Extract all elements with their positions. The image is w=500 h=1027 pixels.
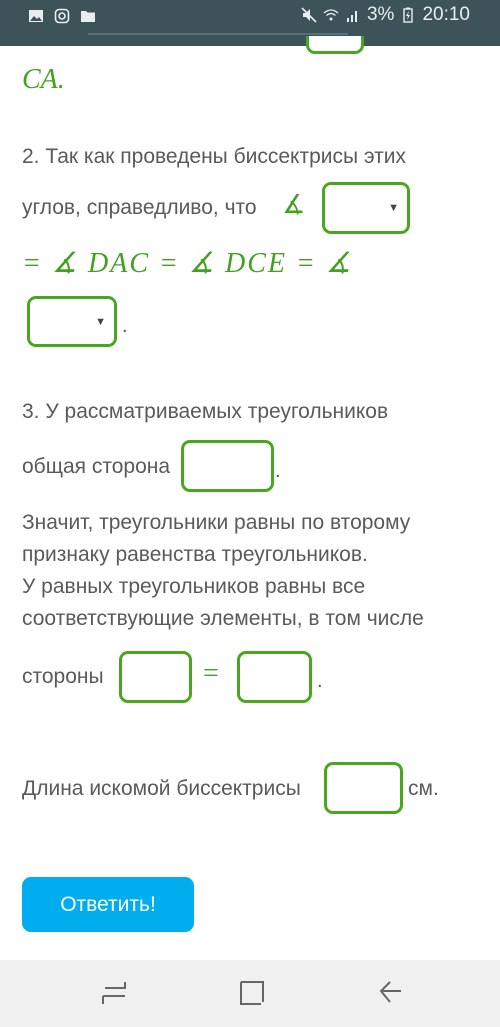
step3-line1: 3. У рассматриваемых треугольников <box>22 400 389 423</box>
equals-sign: = <box>203 658 219 689</box>
side-input-1[interactable] <box>119 651 192 703</box>
sides-label: стороны <box>22 665 104 688</box>
folder-icon <box>81 11 95 22</box>
notification-handle <box>88 33 348 35</box>
step3-line2: общая сторона <box>22 455 171 478</box>
side-input-2[interactable] <box>237 651 312 703</box>
top-math: CA. <box>22 64 65 95</box>
conclusion-line-3: У равных треугольников равны все <box>22 575 366 598</box>
step2-line1: 2. Так как проведены биссектрисы этих <box>22 145 407 168</box>
angle-select-1[interactable]: ▼ <box>322 182 410 234</box>
conclusion-line-4: соответствующие элементы, в том числе <box>22 607 424 630</box>
step2-line2: углов, справедливо, что <box>22 196 257 219</box>
battery-percent: 3% <box>366 4 395 25</box>
wifi-icon <box>323 9 339 21</box>
unit-label: см. <box>408 777 439 800</box>
math-chain: = ∡ DAC = ∡ DCE = ∡ <box>22 248 353 279</box>
image-icon <box>29 10 43 22</box>
common-side-input[interactable] <box>181 440 274 492</box>
instagram-icon <box>54 8 70 24</box>
angle-select-2[interactable]: ▼ <box>27 296 117 347</box>
length-input[interactable] <box>324 762 403 814</box>
length-label: Длина искомой биссектрисы <box>22 777 301 800</box>
period: . <box>275 460 281 482</box>
angle-icon: ∡ <box>282 190 306 219</box>
back-icon[interactable] <box>377 978 407 1008</box>
submit-button[interactable]: Ответить! <box>22 877 194 932</box>
signal-icon <box>346 11 357 22</box>
battery-icon <box>403 7 414 23</box>
period: . <box>122 315 128 337</box>
period: . <box>317 670 323 692</box>
home-icon[interactable] <box>237 978 267 1008</box>
recent-apps-icon[interactable] <box>100 978 130 1008</box>
dropdown-arrow-icon: ▼ <box>388 202 399 214</box>
clock: 20:10 <box>422 4 470 25</box>
status-bar: 3% 20:10 <box>0 0 500 46</box>
dropdown-arrow-icon: ▼ <box>95 315 106 328</box>
conclusion-line-2: признаку равенства треугольников. <box>22 543 368 566</box>
navigation-bar <box>0 960 500 1027</box>
mute-icon <box>301 7 317 23</box>
conclusion-line-1: Значит, треугольники равны по второму <box>22 511 411 534</box>
prev-answer-input[interactable] <box>306 36 364 54</box>
